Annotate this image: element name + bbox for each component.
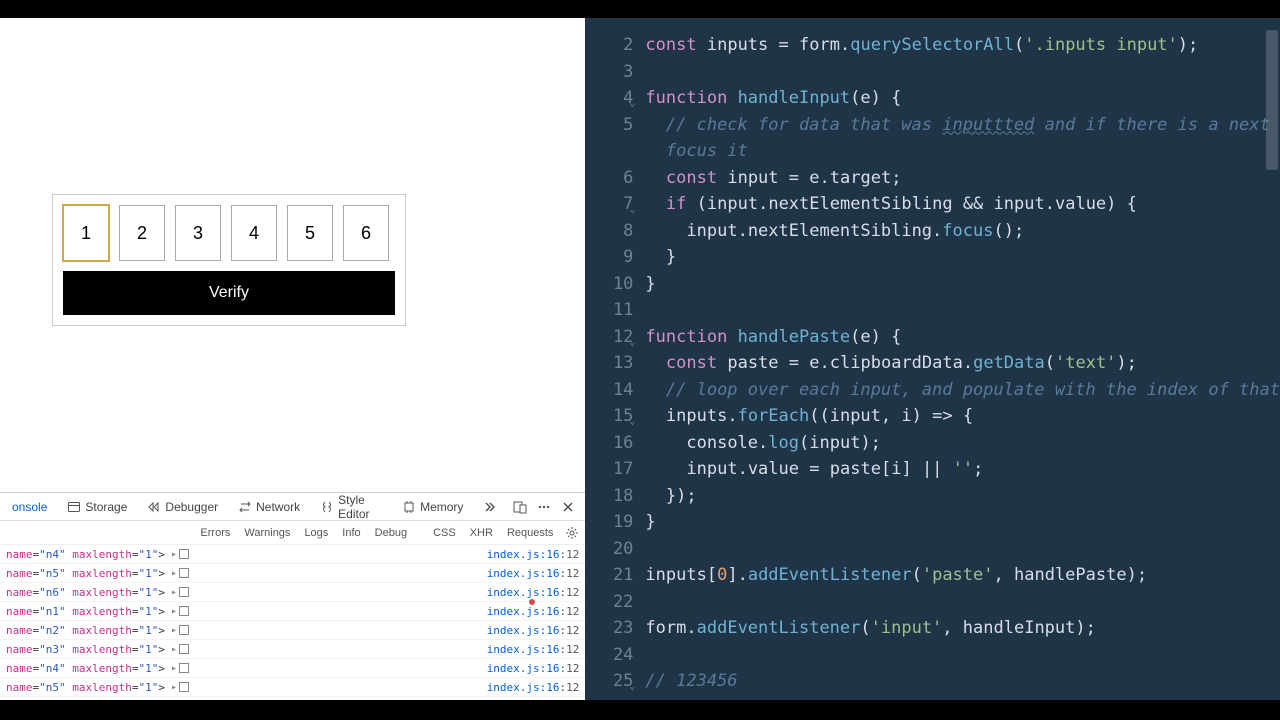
debugger-icon (147, 500, 161, 514)
dom-node-icon[interactable] (179, 644, 189, 654)
console-log-row[interactable]: name="n4" maxlength="1">▸index.js:16:12 (0, 659, 585, 678)
dom-node-icon[interactable] (179, 549, 189, 559)
console-filters: ErrorsWarningsLogsInfoDebug CSSXHRRequest… (0, 521, 585, 545)
code-input-3[interactable]: 3 (175, 205, 221, 261)
dom-node-icon[interactable] (179, 587, 189, 597)
window-bottom-letterbox (0, 700, 1280, 720)
editor-code[interactable]: const inputs = form.querySelectorAll('.i… (645, 18, 1280, 700)
console-log-list[interactable]: name="n4" maxlength="1">▸index.js:16:12n… (0, 545, 585, 700)
dom-node-icon[interactable] (179, 606, 189, 616)
editor-gutter: 234⌄567⌄89101112⌄131415⌄1617181920212223… (585, 18, 645, 700)
dom-node-icon[interactable] (179, 568, 189, 578)
filter-debug[interactable]: Debug (369, 525, 413, 541)
tab-storage-label: Storage (85, 500, 127, 514)
left-pane: 123456 Verify onsole Storage Debugger (0, 18, 585, 700)
dom-node-icon[interactable] (179, 682, 189, 692)
tab-memory-label: Memory (420, 500, 463, 514)
tab-network-label: Network (256, 500, 300, 514)
code-input-6[interactable]: 6 (343, 205, 389, 261)
code-input-5[interactable]: 5 (287, 205, 333, 261)
filter-requests[interactable]: Requests (501, 525, 559, 541)
tab-debugger-label: Debugger (165, 500, 218, 514)
close-icon[interactable] (561, 500, 575, 514)
filter-info[interactable]: Info (336, 525, 366, 541)
code-input-1[interactable]: 1 (63, 205, 109, 261)
kebab-menu-icon[interactable] (537, 500, 551, 514)
filter-xhr[interactable]: XHR (464, 525, 499, 541)
editor-scrollbar[interactable] (1266, 30, 1278, 688)
responsive-mode-icon[interactable] (513, 500, 527, 514)
code-input-2[interactable]: 2 (119, 205, 165, 261)
tabs-overflow[interactable] (475, 496, 505, 518)
dom-node-icon[interactable] (179, 625, 189, 635)
console-log-row[interactable]: name="n5" maxlength="1">▸index.js:16:12 (0, 678, 585, 697)
console-log-row[interactable]: name="n1" maxlength="1">▸index.js:16:12 (0, 602, 585, 621)
tab-network[interactable]: Network (230, 496, 308, 518)
tab-style-editor[interactable]: Style Editor (312, 489, 390, 525)
devtools-panel: onsole Storage Debugger (0, 492, 585, 700)
devtools-tabs: onsole Storage Debugger (0, 493, 585, 521)
filter-logs[interactable]: Logs (298, 525, 334, 541)
tab-memory[interactable]: Memory (394, 496, 471, 518)
main-split: 123456 Verify onsole Storage Debugger (0, 18, 1280, 700)
style-editor-icon (320, 500, 334, 514)
code-editor[interactable]: 234⌄567⌄89101112⌄131415⌄1617181920212223… (585, 18, 1280, 700)
filter-errors[interactable]: Errors (194, 525, 236, 541)
console-log-row[interactable]: name="n3" maxlength="1">▸index.js:16:12 (0, 640, 585, 659)
gear-icon[interactable] (565, 526, 579, 540)
dom-node-icon[interactable] (179, 663, 189, 673)
network-icon (238, 500, 252, 514)
filter-css[interactable]: CSS (427, 525, 462, 541)
verify-card: 123456 Verify (52, 194, 406, 326)
editor-scrollbar-thumb[interactable] (1266, 30, 1278, 170)
code-inputs-row: 123456 (63, 205, 395, 261)
console-log-row[interactable]: name="n5" maxlength="1">▸index.js:16:12 (0, 564, 585, 583)
filter-warnings[interactable]: Warnings (238, 525, 296, 541)
verify-button[interactable]: Verify (63, 271, 395, 315)
browser-preview: 123456 Verify (0, 18, 585, 492)
console-log-row[interactable]: name="n2" maxlength="1">▸index.js:16:12 (0, 621, 585, 640)
code-input-4[interactable]: 4 (231, 205, 277, 261)
memory-icon (402, 500, 416, 514)
tab-console[interactable]: onsole (4, 496, 55, 518)
window-top-letterbox (0, 0, 1280, 18)
chevron-double-right-icon (483, 500, 497, 514)
tab-storage[interactable]: Storage (59, 496, 135, 518)
tab-style-editor-label: Style Editor (338, 493, 382, 521)
tab-debugger[interactable]: Debugger (139, 496, 226, 518)
storage-icon (67, 500, 81, 514)
console-log-row[interactable]: name="n6" maxlength="1">▸index.js:16:12 (0, 583, 585, 602)
console-log-row[interactable]: name="n4" maxlength="1">▸index.js:16:12 (0, 545, 585, 564)
